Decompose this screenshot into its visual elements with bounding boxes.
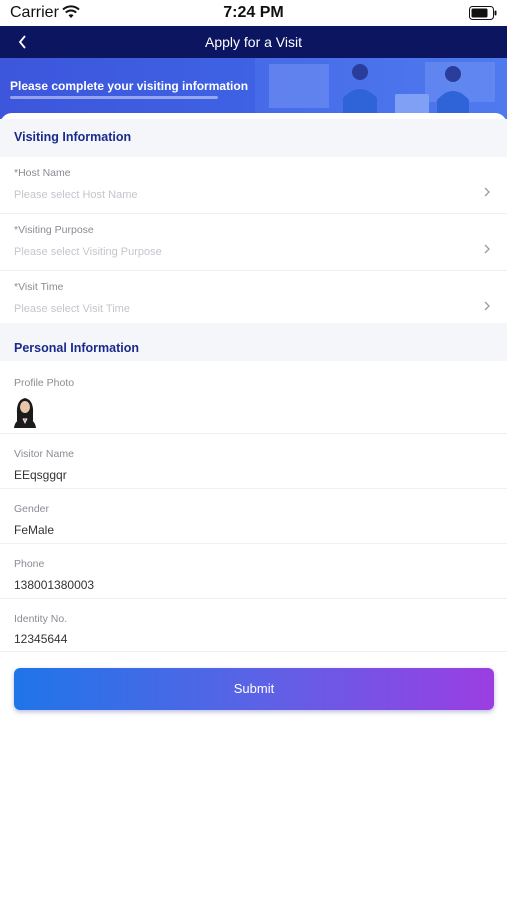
host-name-field[interactable]: *Host Name Please select Host Name xyxy=(0,157,507,214)
field-label: Identity No. xyxy=(14,613,68,625)
profile-photo-field: Profile Photo xyxy=(0,361,507,434)
profile-photo-avatar[interactable] xyxy=(12,394,38,428)
field-placeholder: Please select Visit Time xyxy=(14,303,130,315)
gender-field[interactable]: Gender FeMale xyxy=(0,489,507,544)
field-label: Profile Photo xyxy=(14,377,75,389)
field-label: Gender xyxy=(14,503,50,515)
field-label: *Visiting Purpose xyxy=(14,224,94,236)
field-value: EEqsggqr xyxy=(14,468,67,482)
submit-button[interactable]: Submit xyxy=(14,668,494,710)
visiting-purpose-field[interactable]: *Visiting Purpose Please select Visiting… xyxy=(0,214,507,271)
page-title: Apply for a Visit xyxy=(204,34,302,50)
field-value: FeMale xyxy=(14,523,55,537)
phone-field[interactable]: Phone 138001380003 xyxy=(0,544,507,599)
section-title: Visiting Information xyxy=(14,130,132,144)
navigation-bar: Apply for a Visit xyxy=(0,26,507,58)
section-visiting-info: Visiting Information xyxy=(0,119,507,157)
identity-no-field[interactable]: Identity No. 12345644 xyxy=(0,599,507,652)
form-sheet: Visiting Information *Host Name Please s… xyxy=(0,113,507,900)
field-label: *Host Name xyxy=(14,167,71,179)
section-personal-info: Personal Information xyxy=(0,323,507,361)
battery-icon xyxy=(469,6,497,20)
field-value: 12345644 xyxy=(14,632,68,646)
chevron-right-icon xyxy=(484,187,490,197)
field-placeholder: Please select Visiting Purpose xyxy=(14,246,162,258)
field-label: Visitor Name xyxy=(14,448,74,460)
chevron-right-icon xyxy=(484,301,490,311)
chevron-right-icon xyxy=(484,244,490,254)
field-value: 138001380003 xyxy=(14,578,95,592)
status-bar: Carrier 7:24 PM xyxy=(0,0,507,26)
banner-text: Please complete your visiting informatio… xyxy=(10,79,249,93)
field-placeholder: Please select Host Name xyxy=(14,189,138,201)
status-time: 7:24 PM xyxy=(223,4,284,21)
banner-underline xyxy=(10,96,218,99)
visitor-name-field[interactable]: Visitor Name EEqsggqr xyxy=(0,434,507,489)
field-label: Phone xyxy=(14,558,45,570)
section-title: Personal Information xyxy=(14,341,140,355)
field-label: *Visit Time xyxy=(14,281,64,293)
visit-time-field[interactable]: *Visit Time Please select Visit Time xyxy=(0,271,507,323)
